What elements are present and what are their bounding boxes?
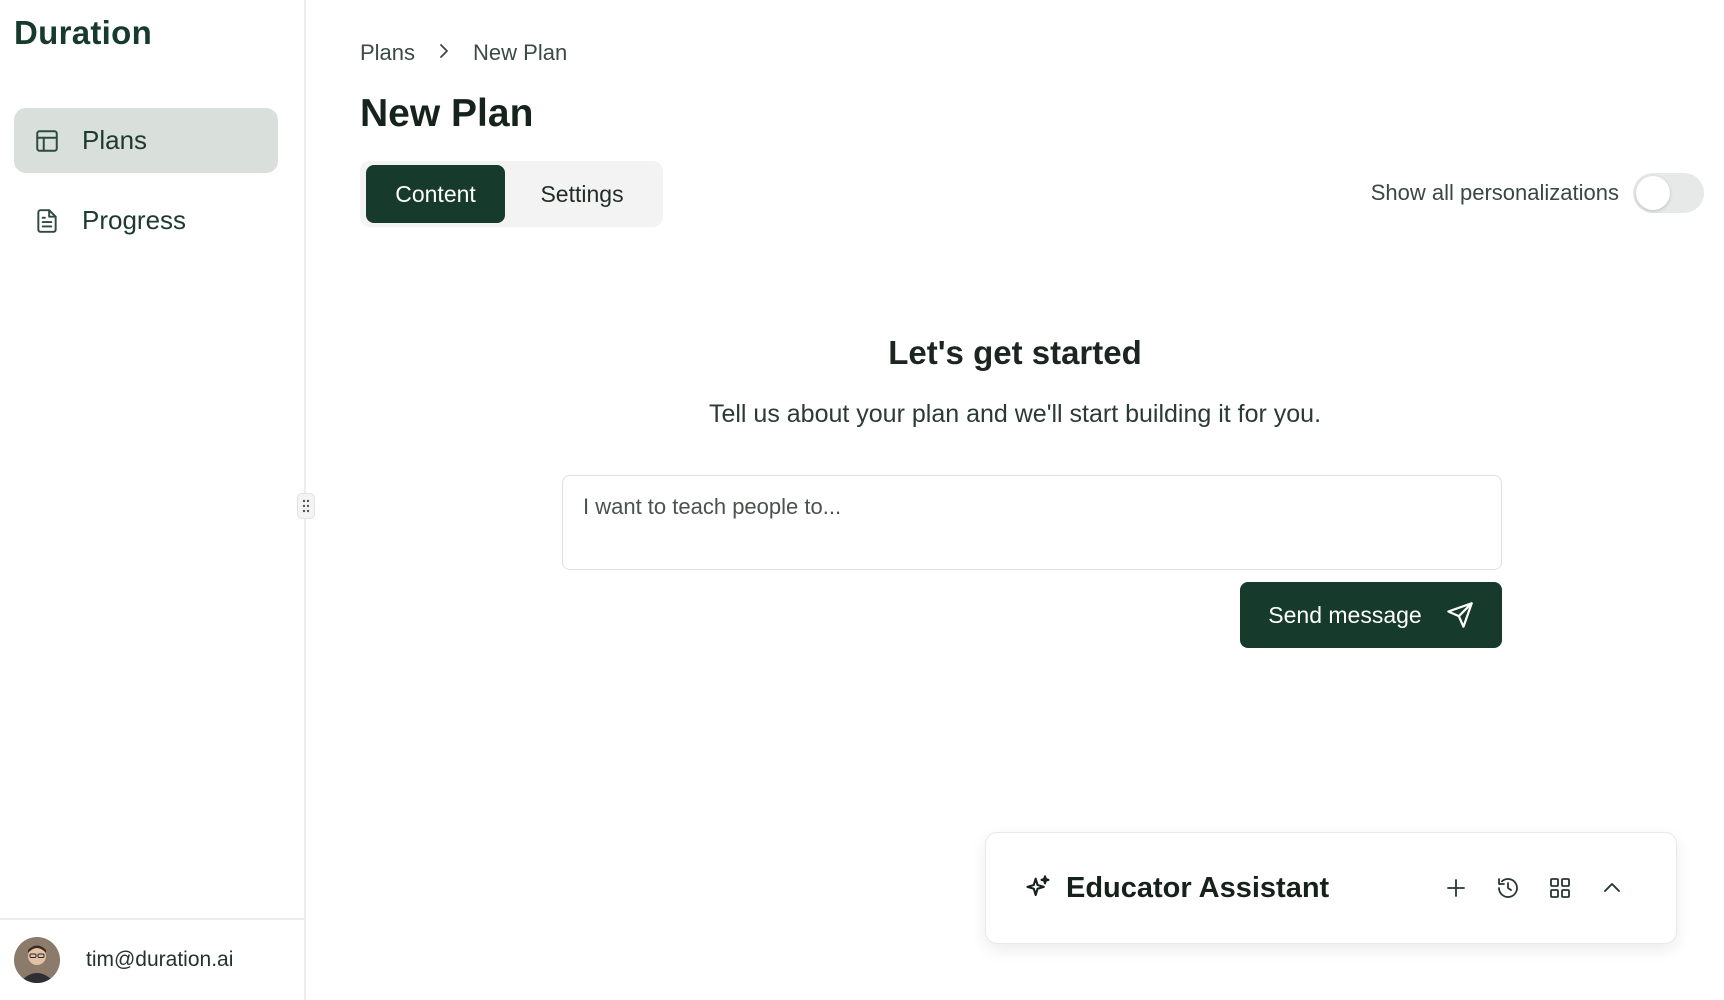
tab-content[interactable]: Content — [366, 165, 506, 223]
sidebar-item-label: Progress — [82, 205, 187, 235]
history-button[interactable] — [1482, 868, 1534, 908]
tab-bar: Content Settings — [360, 161, 663, 227]
chevron-up-icon — [1604, 883, 1620, 892]
tab-settings[interactable]: Settings — [505, 165, 659, 223]
grid-view-button[interactable] — [1534, 868, 1586, 908]
chevron-right-icon — [437, 42, 451, 65]
expand-assistant-button[interactable] — [1586, 868, 1638, 908]
send-message-button[interactable]: Send message — [1240, 582, 1502, 648]
sidebar-item-progress[interactable]: Progress — [14, 188, 278, 253]
page-title: New Plan — [360, 92, 534, 135]
hero-subtitle: Tell us about your plan and we'll start … — [708, 400, 1322, 428]
breadcrumb-plans-link[interactable]: Plans — [360, 40, 415, 66]
personalizations-control: Show all personalizations — [1371, 173, 1704, 213]
breadcrumb: Plans New Plan — [360, 40, 567, 66]
new-chat-button[interactable] — [1430, 868, 1482, 908]
breadcrumb-current: New Plan — [473, 40, 568, 65]
user-email: tim@duration.ai — [86, 948, 234, 971]
sidebar: Duration Plans Progress tim@duration.ai — [0, 0, 306, 1000]
grid-icon — [1550, 878, 1570, 898]
send-icon — [1446, 602, 1473, 628]
sidebar-item-label: Plans — [82, 125, 148, 155]
toggle-knob — [1636, 176, 1670, 210]
layout-icon — [36, 129, 58, 152]
file-text-icon — [37, 208, 57, 233]
sidebar-item-plans[interactable]: Plans — [14, 108, 278, 173]
assistant-actions — [1430, 868, 1638, 908]
assistant-title[interactable]: Educator Assistant — [1066, 872, 1430, 905]
hero-title: Let's get started — [888, 334, 1142, 371]
avatar[interactable] — [14, 937, 60, 983]
personalizations-label: Show all personalizations — [1370, 180, 1619, 205]
plan-prompt-input[interactable] — [562, 475, 1502, 570]
send-message-label: Send message — [1268, 601, 1422, 628]
sparkles-icon — [1026, 875, 1050, 897]
sidebar-resize-handle[interactable] — [297, 493, 315, 519]
plus-icon — [1447, 879, 1465, 897]
grip-icon — [302, 499, 310, 513]
history-icon — [1498, 878, 1518, 898]
educator-assistant-panel: Educator Assistant — [985, 832, 1677, 944]
user-menu[interactable]: tim@duration.ai — [0, 918, 304, 1000]
personalizations-toggle[interactable] — [1633, 173, 1704, 213]
app-logo[interactable]: Duration — [14, 14, 152, 52]
